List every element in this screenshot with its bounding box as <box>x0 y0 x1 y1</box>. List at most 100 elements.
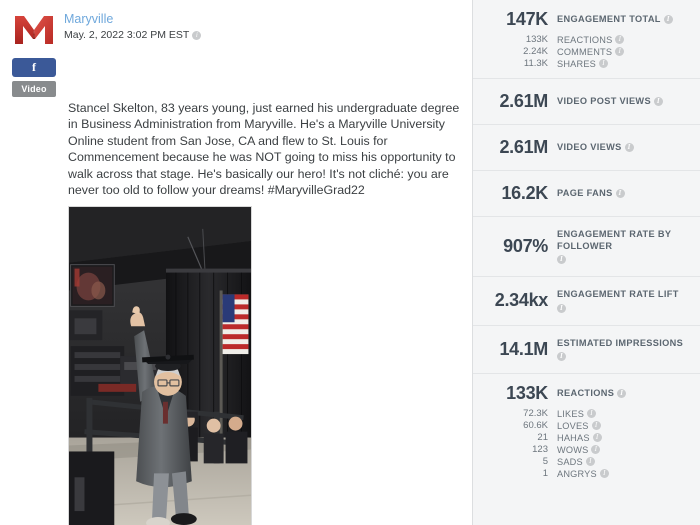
metric-sub-label-hahas: Hahas <box>557 432 602 443</box>
metric-sub-row-wows: 123 Wows <box>473 444 690 455</box>
metric-label-text: Video Post Views <box>557 95 651 106</box>
metric-primary-row: 147K Engagement Total <box>473 9 690 30</box>
info-icon[interactable] <box>615 46 625 56</box>
metric-sub-value-shares: 11.3K <box>523 58 548 69</box>
metric-sub-value-angrys: 1 <box>542 468 548 479</box>
metric-label-text: Estimated Impressions <box>557 337 684 348</box>
metric-block-page-fans: 16.2K Page Fans <box>473 171 700 217</box>
metric-primary-row: 2.34kx Engagement Rate Lift <box>473 289 690 313</box>
post-type-badge: Video <box>12 81 56 97</box>
info-icon[interactable] <box>615 188 625 198</box>
post-identity-rail: f Video <box>8 10 60 97</box>
info-icon[interactable] <box>592 432 602 442</box>
metric-label-text: Engagement Total <box>557 13 661 24</box>
metric-label-text: Engagement Rate By Follower <box>557 229 672 251</box>
metric-primary-row: 14.1M Estimated Impressions <box>473 337 690 361</box>
info-icon[interactable] <box>617 388 627 398</box>
info-icon[interactable] <box>192 30 202 40</box>
facebook-f-icon: f <box>32 60 36 74</box>
post-pane: f Video Maryville May. 2, 2022 3:02 PM E… <box>0 0 472 525</box>
info-icon[interactable] <box>587 408 597 418</box>
facebook-network-badge: f <box>12 58 56 77</box>
info-icon[interactable] <box>557 351 566 361</box>
metric-sub-value-sads: 5 <box>542 456 548 467</box>
metric-label-page-fans: Page Fans <box>557 188 625 200</box>
metric-block-engagement-rate-lift: 2.34kx Engagement Rate Lift <box>473 277 700 326</box>
metric-value-engagement-total: 147K <box>506 9 548 29</box>
metric-sub-label-text: Reactions <box>557 34 613 45</box>
metric-label-video-views: Video Views <box>557 142 634 154</box>
metric-primary-row: 2.61M Video Views <box>473 137 690 158</box>
metric-sub-row-shares: 11.3K Shares <box>473 58 690 69</box>
metric-sub-row-loves: 60.6K Loves <box>473 420 690 431</box>
metric-sub-label-text: Hahas <box>557 432 590 443</box>
info-icon[interactable] <box>591 444 601 454</box>
metric-value-engagement-rate-by-follower: 907% <box>503 236 548 256</box>
post-timestamp: May. 2, 2022 3:02 PM EST <box>64 28 202 42</box>
metric-sub-label-text: Comments <box>557 46 613 57</box>
metric-sub-label-sads: Sads <box>557 456 595 467</box>
maryville-m-logo <box>15 16 53 44</box>
metric-value-page-fans: 16.2K <box>501 183 548 203</box>
metric-sub-row-angrys: 1 Angrys <box>473 468 690 479</box>
metric-sub-row-comments: 2.24K Comments <box>473 46 690 57</box>
metric-sub-row-reactions: 133K Reactions <box>473 34 690 45</box>
metric-breakdown-list: 133K Reactions 2.24K Comments 11.3K Shares <box>473 34 690 69</box>
metric-sub-label-likes: Likes <box>557 408 597 419</box>
info-icon[interactable] <box>557 254 566 264</box>
metric-sub-value-hahas: 21 <box>537 432 548 443</box>
metric-primary-row: 2.61M Video Post Views <box>473 91 690 112</box>
metric-label-engagement-total: Engagement Total <box>557 14 673 26</box>
post-media-wrap: View on Facebook $ Likely Boosted <box>68 206 252 525</box>
metric-block-estimated-impressions: 14.1M Estimated Impressions <box>473 326 700 374</box>
metric-label-text: Reactions <box>557 387 615 398</box>
metric-sub-value-reactions: 133K <box>525 34 548 45</box>
info-icon[interactable] <box>663 14 673 24</box>
metric-sub-label-text: Likes <box>557 408 585 419</box>
info-icon[interactable] <box>598 58 608 68</box>
metric-sub-label-text: Shares <box>557 58 596 69</box>
post-message: Stancel Skelton, 83 years young, just ea… <box>68 101 460 198</box>
graduation-photo <box>69 207 251 525</box>
metric-sub-row-likes: 72.3K Likes <box>473 408 690 419</box>
metric-sub-label-text: Sads <box>557 456 583 467</box>
metric-sub-row-hahas: 21 Hahas <box>473 432 690 443</box>
metric-block-engagement-rate-by-follower: 907% Engagement Rate By Follower <box>473 217 700 277</box>
info-icon[interactable] <box>585 456 595 466</box>
metric-label-text: Page Fans <box>557 187 613 198</box>
metric-primary-row: 16.2K Page Fans <box>473 183 690 204</box>
metric-sub-value-comments: 2.24K <box>523 46 548 57</box>
metric-primary-row: 907% Engagement Rate By Follower <box>473 229 690 264</box>
info-icon[interactable] <box>653 96 663 106</box>
info-icon[interactable] <box>624 142 634 152</box>
metric-block-engagement-total: 147K Engagement Total 133K Reactions 2.24K Co… <box>473 0 700 79</box>
metric-sub-label-text: Wows <box>557 444 589 455</box>
info-icon[interactable] <box>591 420 601 430</box>
metric-sub-label-text: Angrys <box>557 468 597 479</box>
info-icon[interactable] <box>557 303 566 313</box>
post-media-thumbnail[interactable] <box>68 206 252 525</box>
metric-value-video-post-views: 2.61M <box>499 91 548 111</box>
metric-sub-label-shares: Shares <box>557 58 608 69</box>
post-timestamp-text: May. 2, 2022 3:02 PM EST <box>64 29 190 41</box>
metric-sub-row-sads: 5 Sads <box>473 456 690 467</box>
info-icon[interactable] <box>615 34 625 44</box>
metric-sub-value-wows: 123 <box>532 444 548 455</box>
metric-value-video-views: 2.61M <box>499 137 548 157</box>
metric-value-reactions: 133K <box>506 383 548 403</box>
info-icon[interactable] <box>599 468 609 478</box>
metric-value-estimated-impressions: 14.1M <box>499 338 548 359</box>
metric-block-video-views: 2.61M Video Views <box>473 125 700 171</box>
metric-sub-label-wows: Wows <box>557 444 601 455</box>
metrics-pane: 147K Engagement Total 133K Reactions 2.24K Co… <box>472 0 700 525</box>
metric-sub-label-angrys: Angrys <box>557 468 609 479</box>
metric-sub-value-likes: 72.3K <box>523 408 548 419</box>
metric-label-reactions: Reactions <box>557 387 627 400</box>
metric-block-video-post-views: 2.61M Video Post Views <box>473 79 700 125</box>
post-meta: Maryville May. 2, 2022 3:02 PM EST <box>60 10 202 42</box>
metric-sub-label-text: Loves <box>557 420 589 431</box>
post-header: f Video Maryville May. 2, 2022 3:02 PM E… <box>8 10 462 97</box>
metric-sub-value-loves: 60.6K <box>523 420 548 431</box>
metric-value-engagement-rate-lift: 2.34kx <box>494 290 549 311</box>
account-name-link[interactable]: Maryville <box>64 12 201 27</box>
